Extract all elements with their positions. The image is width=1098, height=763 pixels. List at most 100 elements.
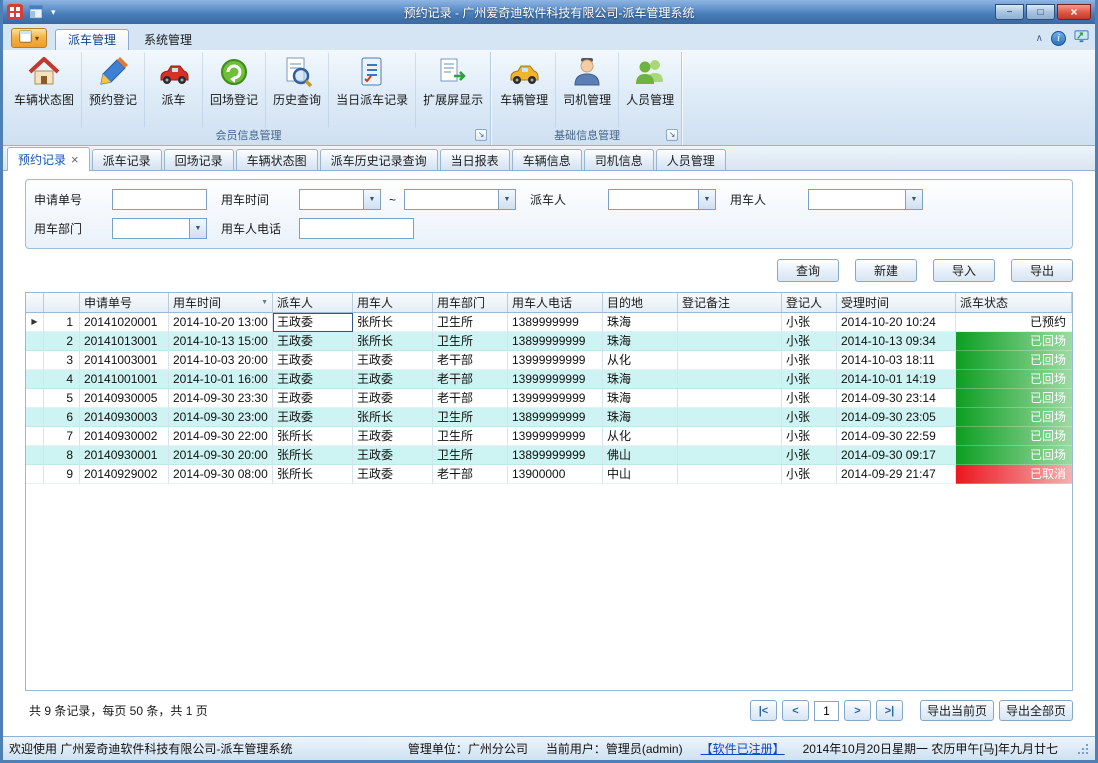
cell-request-no[interactable]: 20140929002	[80, 465, 169, 484]
cell-dispatcher[interactable]: 王政委	[273, 313, 353, 332]
doc-tab-daily-report[interactable]: 当日报表	[440, 149, 510, 170]
export-current-page-button[interactable]: 导出当前页	[920, 700, 994, 721]
cell-registrar[interactable]: 小张	[782, 446, 837, 465]
next-page-button[interactable]: >	[844, 700, 871, 721]
cell-car-user[interactable]: 王政委	[353, 446, 433, 465]
dispatcher-combo[interactable]: ▼	[608, 189, 716, 210]
cell-register-note[interactable]	[678, 332, 782, 351]
cell-accept-time[interactable]: 2014-09-30 23:05	[837, 408, 956, 427]
car-user-combo[interactable]: ▼	[808, 189, 923, 210]
ribbon-button-reservation-register[interactable]: 预约登记	[82, 52, 145, 128]
cell-car-user[interactable]: 王政委	[353, 370, 433, 389]
cell-register-note[interactable]	[678, 351, 782, 370]
cell-accept-time[interactable]: 2014-09-29 21:47	[837, 465, 956, 484]
status-badge[interactable]: 已预约	[956, 313, 1072, 332]
column-header-register-note[interactable]: 登记备注	[678, 293, 782, 312]
export-all-pages-button[interactable]: 导出全部页	[999, 700, 1073, 721]
cell-department[interactable]: 卫生所	[433, 446, 508, 465]
doc-tab-driver-info[interactable]: 司机信息	[584, 149, 654, 170]
ribbon-button-vehicle-status-map[interactable]: 车辆状态图	[7, 52, 82, 128]
ribbon-button-dispatch[interactable]: 派车	[145, 52, 203, 128]
cell-registrar[interactable]: 小张	[782, 427, 837, 446]
cell-registrar[interactable]: 小张	[782, 313, 837, 332]
first-page-button[interactable]: |<	[750, 700, 777, 721]
cell-use-time[interactable]: 2014-10-20 13:00	[169, 313, 273, 332]
cell-department[interactable]: 卫生所	[433, 427, 508, 446]
cell-use-time[interactable]: 2014-09-30 23:30	[169, 389, 273, 408]
cell-destination[interactable]: 珠海	[603, 332, 678, 351]
ribbon-button-history-query[interactable]: 历史查询	[266, 52, 329, 128]
use-time-from-combo[interactable]: ▼	[299, 189, 381, 210]
cell-destination[interactable]: 珠海	[603, 370, 678, 389]
cell-car-user[interactable]: 张所长	[353, 313, 433, 332]
cell-request-no[interactable]: 20141003001	[80, 351, 169, 370]
minimize-button[interactable]: −	[995, 4, 1024, 20]
dialog-launcher-icon[interactable]: ↘	[475, 129, 487, 141]
doc-tab-vehicle-info[interactable]: 车辆信息	[512, 149, 582, 170]
cell-register-note[interactable]	[678, 427, 782, 446]
cell-user-phone[interactable]: 13999999999	[508, 351, 603, 370]
cell-destination[interactable]: 珠海	[603, 389, 678, 408]
column-header-user-phone[interactable]: 用车人电话	[508, 293, 603, 312]
cell-use-time[interactable]: 2014-09-30 08:00	[169, 465, 273, 484]
info-icon[interactable]: i	[1051, 31, 1066, 46]
status-badge[interactable]: 已回场	[956, 370, 1072, 389]
cell-department[interactable]: 老干部	[433, 351, 508, 370]
cell-destination[interactable]: 珠海	[603, 313, 678, 332]
ribbon-button-driver-manage[interactable]: 司机管理	[556, 52, 619, 128]
cell-department[interactable]: 老干部	[433, 370, 508, 389]
cell-accept-time[interactable]: 2014-10-13 09:34	[837, 332, 956, 351]
cell-register-note[interactable]	[678, 370, 782, 389]
ribbon-tab-dispatch-manage[interactable]: 派车管理	[55, 29, 129, 50]
cell-user-phone[interactable]: 13899999999	[508, 446, 603, 465]
status-badge[interactable]: 已回场	[956, 389, 1072, 408]
cell-register-note[interactable]	[678, 446, 782, 465]
maximize-button[interactable]: □	[1026, 4, 1055, 20]
cell-request-no[interactable]: 20140930005	[80, 389, 169, 408]
cell-destination[interactable]: 中山	[603, 465, 678, 484]
cell-registrar[interactable]: 小张	[782, 389, 837, 408]
query-button[interactable]: 查询	[777, 259, 839, 282]
column-header-destination[interactable]: 目的地	[603, 293, 678, 312]
user-phone-input[interactable]	[299, 218, 414, 239]
status-badge[interactable]: 已回场	[956, 427, 1072, 446]
table-row[interactable]: ▶1201410200012014-10-20 13:00王政委张所长卫生所13…	[26, 313, 1072, 332]
cell-user-phone[interactable]: 13900000	[508, 465, 603, 484]
use-time-to-combo[interactable]: ▼	[404, 189, 516, 210]
cell-use-time[interactable]: 2014-10-01 16:00	[169, 370, 273, 389]
cell-accept-time[interactable]: 2014-09-30 09:17	[837, 446, 956, 465]
cell-department[interactable]: 老干部	[433, 389, 508, 408]
cell-user-phone[interactable]: 13999999999	[508, 389, 603, 408]
display-settings-icon[interactable]	[1074, 29, 1089, 47]
doc-tab-reservation-records[interactable]: 预约记录×	[7, 147, 90, 171]
cell-registrar[interactable]: 小张	[782, 370, 837, 389]
status-badge[interactable]: 已回场	[956, 408, 1072, 427]
doc-tab-return-records[interactable]: 回场记录	[164, 149, 234, 170]
doc-tab-vehicle-status-map[interactable]: 车辆状态图	[236, 149, 318, 170]
cell-car-user[interactable]: 王政委	[353, 351, 433, 370]
cell-request-no[interactable]: 20141020001	[80, 313, 169, 332]
cell-destination[interactable]: 从化	[603, 351, 678, 370]
ribbon-button-extend-screen[interactable]: 扩展屏显示	[416, 52, 490, 128]
cell-registrar[interactable]: 小张	[782, 351, 837, 370]
cell-registrar[interactable]: 小张	[782, 465, 837, 484]
ribbon-button-return-register[interactable]: 回场登记	[203, 52, 266, 128]
last-page-button[interactable]: >|	[876, 700, 903, 721]
column-header-registrar[interactable]: 登记人	[782, 293, 837, 312]
cell-car-user[interactable]: 张所长	[353, 332, 433, 351]
cell-dispatcher[interactable]: 王政委	[273, 389, 353, 408]
cell-department[interactable]: 卫生所	[433, 408, 508, 427]
cell-request-no[interactable]: 20141001001	[80, 370, 169, 389]
cell-dispatcher[interactable]: 张所长	[273, 446, 353, 465]
status-badge[interactable]: 已回场	[956, 351, 1072, 370]
table-row[interactable]: 5201409300052014-09-30 23:30王政委王政委老干部139…	[26, 389, 1072, 408]
doc-tab-dispatch-records[interactable]: 派车记录	[92, 149, 162, 170]
resize-grip[interactable]	[1076, 742, 1089, 755]
table-row[interactable]: 2201410130012014-10-13 15:00王政委张所长卫生所138…	[26, 332, 1072, 351]
cell-destination[interactable]: 佛山	[603, 446, 678, 465]
cell-department[interactable]: 老干部	[433, 465, 508, 484]
cell-register-note[interactable]	[678, 408, 782, 427]
cell-dispatcher[interactable]: 王政委	[273, 370, 353, 389]
new-button[interactable]: 新建	[855, 259, 917, 282]
cell-user-phone[interactable]: 13899999999	[508, 332, 603, 351]
